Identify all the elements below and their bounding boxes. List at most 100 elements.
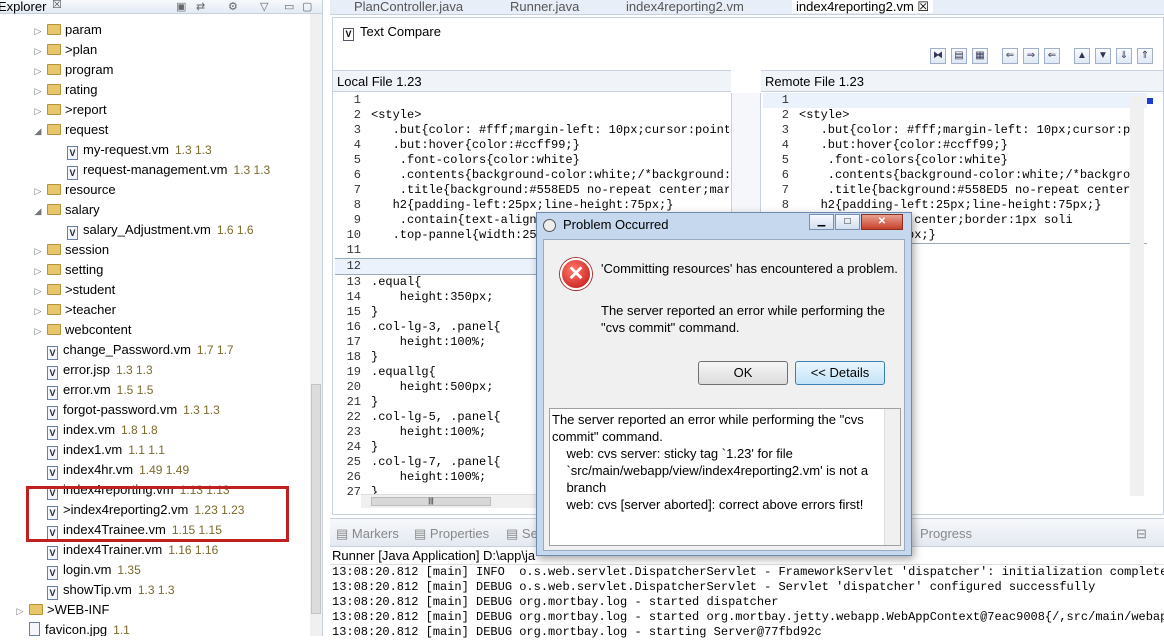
minimize-icon[interactable]: ▭ — [284, 1, 294, 14]
minimize-icon[interactable]: ⊟ — [1136, 526, 1147, 542]
view-menu-icon[interactable]: ▽ — [260, 1, 268, 14]
collapsed-arrow-icon[interactable]: ▷ — [32, 61, 44, 81]
line-number: 6 — [781, 168, 789, 182]
tab-progress[interactable]: Progress — [920, 526, 972, 541]
tree-folder[interactable]: ▷ webcontent — [32, 320, 132, 340]
tab-servers[interactable]: ▤ Se — [506, 526, 538, 542]
tab-markers[interactable]: ▤ Markers — [336, 526, 399, 542]
details-button[interactable]: << Details — [795, 361, 885, 385]
tree-folder[interactable]: ▷ >WEB-INF — [14, 600, 110, 621]
vm-file-icon: V — [47, 566, 58, 580]
tree-file[interactable]: Vlogin.vm 1.35 — [32, 560, 141, 580]
tree-file[interactable]: Vindex.vm 1.8 1.8 — [32, 420, 158, 440]
copy-left-icon[interactable]: ⇐ — [1044, 48, 1060, 64]
filter-icon[interactable]: ⚙ — [228, 1, 238, 14]
tree-folder[interactable]: ◢ salary — [32, 200, 100, 220]
tree-item-label: >student — [65, 282, 116, 297]
collapsed-arrow-icon[interactable]: ▷ — [32, 241, 44, 261]
tree-folder[interactable]: ▷ program — [32, 60, 114, 81]
tree-folder[interactable]: ▷ rating — [32, 80, 98, 100]
tab-plancontroller[interactable]: PlanController.java — [354, 0, 463, 13]
right-scrollbar[interactable] — [1130, 96, 1144, 496]
tree-folder[interactable]: ◢ request — [32, 120, 109, 141]
tab-index4reporting2-active[interactable]: index4reporting2.vm ☒ — [792, 0, 934, 14]
tree-folder[interactable]: ▷ setting — [32, 260, 104, 281]
code-line: 6 .contents{background-color:white;/*bac… — [763, 168, 1147, 183]
dialog-titlebar[interactable]: Problem Occurred ▁ □ ✕ — [537, 213, 911, 237]
explorer-header: Explorer ☒ ▣ ⇄ ⚙ ▽ ▭ ▢ — [0, 0, 322, 14]
tree-folder[interactable]: ▷ >report — [32, 100, 107, 120]
console-line: 13:08:20.812 [main] DEBUG o.s.web.servle… — [332, 580, 1096, 594]
ok-button[interactable]: OK — [698, 361, 788, 385]
tree-file[interactable]: Verror.vm 1.5 1.5 — [32, 380, 153, 400]
copy-all-left-icon[interactable]: ⇐ — [1002, 48, 1018, 64]
collapsed-arrow-icon[interactable]: ▷ — [32, 21, 44, 41]
previous-change-icon[interactable]: ⇑ — [1137, 48, 1153, 64]
close-icon[interactable]: ☒ — [52, 0, 62, 12]
tree-folder[interactable]: ▷ param — [32, 20, 102, 40]
tree-file[interactable]: Verror.jsp 1.3 1.3 — [32, 360, 153, 380]
line-number: 1 — [353, 93, 361, 107]
expanded-arrow-icon[interactable]: ◢ — [32, 201, 44, 221]
tree-file[interactable]: Vmy-request.vm 1.3 1.3 — [52, 140, 212, 160]
tree-file[interactable]: VshowTip.vm 1.3 1.3 — [32, 580, 175, 600]
tab-index4reporting2-a[interactable]: index4reporting2.vm — [626, 0, 744, 13]
collapsed-arrow-icon[interactable]: ▷ — [32, 261, 44, 281]
code-text: .but:hover{color:#ccff99;} — [371, 138, 580, 152]
explorer-title: Explorer — [0, 0, 47, 14]
tree-item-label: request-management.vm — [83, 162, 228, 177]
tab-properties[interactable]: ▤ Properties — [414, 526, 489, 542]
collapsed-arrow-icon[interactable]: ▷ — [14, 601, 26, 621]
scrollbar-thumb[interactable] — [311, 384, 321, 614]
expanded-arrow-icon[interactable]: ◢ — [32, 121, 44, 141]
next-difference-icon[interactable]: ▲ — [1074, 48, 1090, 64]
console-output[interactable]: 13:08:20.812 [main] INFO o.s.web.servlet… — [330, 565, 1164, 640]
maximize-icon[interactable]: ▢ — [302, 1, 312, 14]
collapsed-arrow-icon[interactable]: ▷ — [32, 181, 44, 201]
previous-difference-icon[interactable]: ▼ — [1095, 48, 1111, 64]
collapsed-arrow-icon[interactable]: ▷ — [32, 281, 44, 301]
tree-file[interactable]: Vforgot-password.vm 1.3 1.3 — [32, 400, 220, 420]
details-scrollbar[interactable] — [884, 409, 900, 545]
tree-item-label: favicon.jpg — [45, 622, 108, 636]
explorer-scrollbar[interactable] — [310, 14, 322, 636]
copy-right-icon[interactable]: ⇒ — [1023, 48, 1039, 64]
close-button[interactable]: ✕ — [861, 214, 903, 230]
ignore-whitespace-icon[interactable]: ⧓ — [930, 48, 946, 64]
collapsed-arrow-icon[interactable]: ▷ — [32, 81, 44, 101]
tree-file[interactable]: Vsalary_Adjustment.vm 1.6 1.6 — [52, 220, 254, 240]
tree-folder[interactable]: ▷ >student — [32, 280, 116, 301]
details-text-area[interactable]: The server reported an error while perfo… — [549, 408, 901, 546]
collapsed-arrow-icon[interactable]: ▷ — [32, 41, 44, 61]
tab-runner[interactable]: Runner.java — [510, 0, 579, 13]
collapse-all-icon[interactable]: ▣ — [176, 1, 186, 14]
ancestor-pane-icon[interactable]: ▦ — [972, 48, 988, 64]
collapsed-arrow-icon[interactable]: ▷ — [32, 101, 44, 121]
tree-file[interactable]: Vindex4Trainer.vm 1.16 1.16 — [32, 540, 218, 560]
tree-folder[interactable]: ▷ resource — [32, 180, 116, 200]
tree-file[interactable]: Vindex4hr.vm 1.49 1.49 — [32, 460, 189, 480]
tree-file[interactable]: Vindex1.vm 1.1 1.1 — [32, 440, 165, 460]
link-editor-icon[interactable]: ⇄ — [196, 1, 205, 14]
tree-folder[interactable]: ▷ session — [32, 240, 110, 261]
folder-icon — [47, 64, 61, 75]
folder-icon — [47, 204, 61, 215]
error-message: 'Committing resources' has encountered a… — [601, 261, 898, 276]
next-change-icon[interactable]: ⇓ — [1116, 48, 1132, 64]
tree-file[interactable]: favicon.jpg 1.1 — [14, 620, 130, 636]
tree-folder[interactable]: ▷ >teacher — [32, 300, 116, 320]
code-line: 6 .contents{background-color:white;/*bac… — [335, 168, 729, 183]
minimize-button[interactable]: ▁ — [809, 214, 834, 230]
two-way-compare-icon[interactable]: ▤ — [951, 48, 967, 64]
close-icon[interactable]: ☒ — [917, 0, 929, 14]
tree-file[interactable]: Vchange_Password.vm 1.7 1.7 — [32, 340, 234, 360]
code-text: h2{padding-left:25px;line-height:75px;} — [371, 198, 674, 212]
revision-label: 1.3 1.3 — [233, 163, 271, 177]
collapsed-arrow-icon[interactable]: ▷ — [32, 301, 44, 321]
line-number: 20 — [346, 380, 361, 394]
tree-folder[interactable]: ▷ >plan — [32, 40, 98, 61]
tree-item-label: forgot-password.vm — [63, 402, 178, 417]
collapsed-arrow-icon[interactable]: ▷ — [32, 321, 44, 341]
tree-file[interactable]: Vrequest-management.vm 1.3 1.3 — [52, 160, 270, 180]
maximize-button[interactable]: □ — [835, 214, 860, 230]
